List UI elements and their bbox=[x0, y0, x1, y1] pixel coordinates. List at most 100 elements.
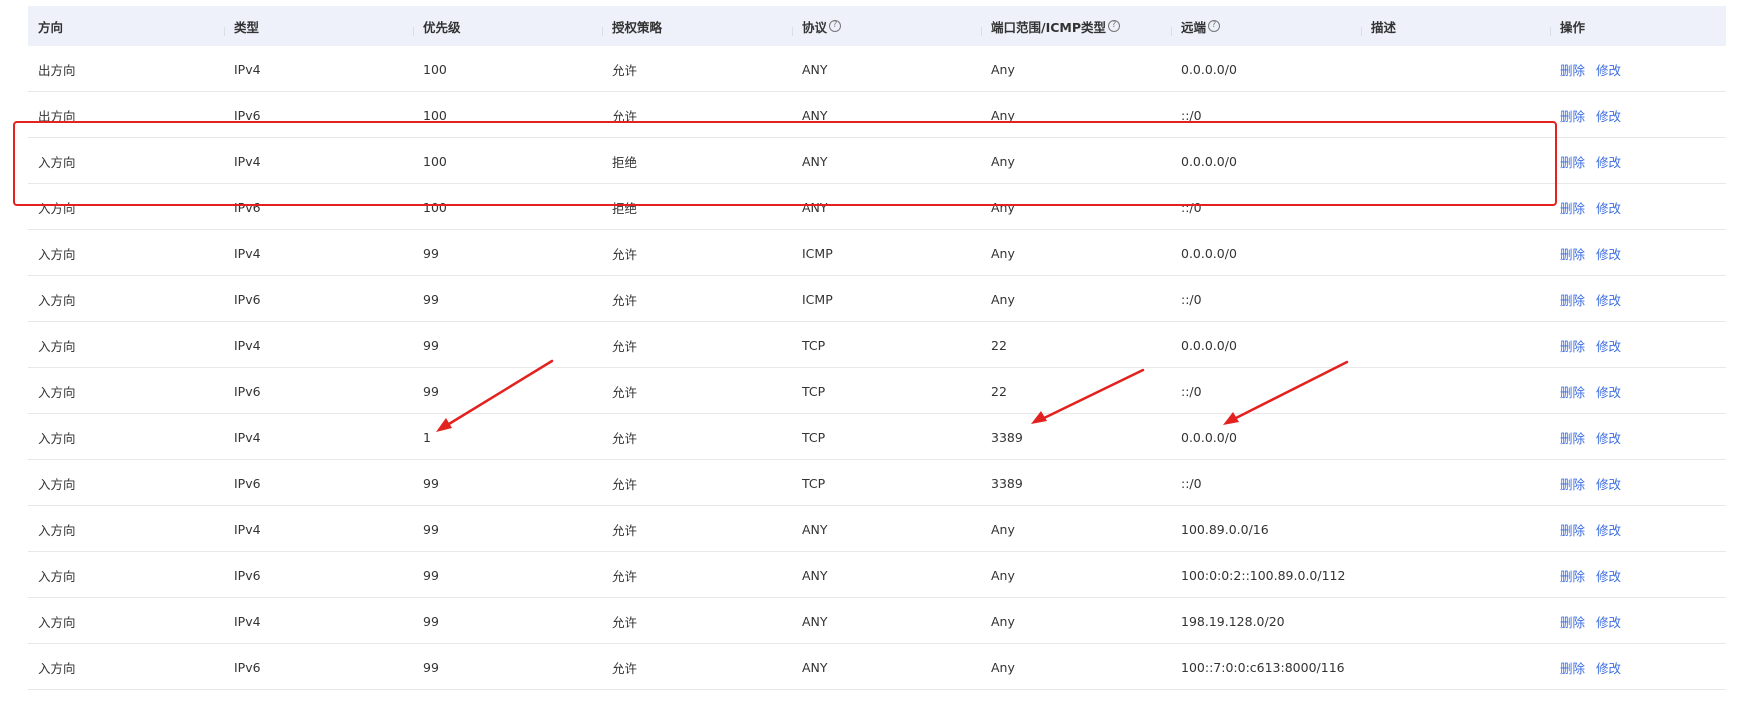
cell-policy: 允许 bbox=[612, 385, 638, 400]
delete-link[interactable]: 删除 bbox=[1560, 336, 1585, 355]
cell-policy: 允许 bbox=[612, 247, 638, 262]
cell-direction: 入方向 bbox=[38, 293, 76, 308]
column-header-label: 协议 bbox=[802, 19, 828, 35]
delete-link[interactable]: 删除 bbox=[1560, 106, 1585, 125]
delete-link[interactable]: 删除 bbox=[1560, 382, 1585, 401]
cell-description bbox=[1361, 528, 1550, 530]
cell-description bbox=[1361, 482, 1550, 484]
edit-link[interactable]: 修改 bbox=[1596, 106, 1621, 125]
delete-link[interactable]: 删除 bbox=[1560, 520, 1585, 539]
edit-link[interactable]: 修改 bbox=[1596, 198, 1621, 217]
edit-link[interactable]: 修改 bbox=[1596, 566, 1621, 585]
cell-priority: 100 bbox=[423, 62, 447, 77]
cell-protocol: ICMP bbox=[802, 292, 833, 307]
help-icon[interactable] bbox=[829, 20, 842, 32]
cell-description bbox=[1361, 666, 1550, 668]
cell-type: IPv4 bbox=[234, 154, 261, 169]
help-icon[interactable] bbox=[1208, 20, 1221, 32]
cell-description bbox=[1361, 344, 1550, 346]
cell-type: IPv6 bbox=[234, 200, 261, 215]
cell-actions: 删除 修改 bbox=[1550, 196, 1726, 217]
table-row: 入方向 IPv6 99 允许 ANY Any 100::7:0:0:c613:8000/11… bbox=[28, 644, 1726, 690]
column-header: 操作 bbox=[1550, 17, 1726, 36]
delete-link[interactable]: 删除 bbox=[1560, 428, 1585, 447]
edit-link[interactable]: 修改 bbox=[1596, 244, 1621, 263]
cell-port-range: 22 bbox=[991, 384, 1007, 399]
cell-direction: 入方向 bbox=[38, 523, 76, 538]
cell-protocol: ANY bbox=[802, 108, 828, 123]
cell-description bbox=[1361, 68, 1550, 70]
cell-direction: 入方向 bbox=[38, 431, 76, 446]
edit-link[interactable]: 修改 bbox=[1596, 60, 1621, 79]
delete-link[interactable]: 删除 bbox=[1560, 612, 1585, 631]
table-row: 出方向 IPv6 100 允许 ANY Any::/0 删除 修改 bbox=[28, 92, 1726, 138]
cell-policy: 允许 bbox=[612, 523, 638, 538]
cell-actions: 删除 修改 bbox=[1550, 334, 1726, 355]
delete-link[interactable]: 删除 bbox=[1560, 198, 1585, 217]
cell-description bbox=[1361, 390, 1550, 392]
cell-description bbox=[1361, 206, 1550, 208]
cell-remote: ::/0 bbox=[1181, 476, 1202, 491]
cell-remote: 0.0.0.0/0 bbox=[1181, 62, 1237, 77]
security-group-rules-table: 方向类型优先级授权策略协议端口范围/ICMP类型远端描述操作 出方向IPv410… bbox=[28, 6, 1726, 690]
edit-link[interactable]: 修改 bbox=[1596, 152, 1621, 171]
cell-type: IPv4 bbox=[234, 522, 261, 537]
cell-remote: ::/0 bbox=[1181, 292, 1202, 307]
table-row: 入方向 IPv6 99 允许 TCP 3389::/0 删除 修改 bbox=[28, 460, 1726, 506]
edit-link[interactable]: 修改 bbox=[1596, 428, 1621, 447]
table-header: 方向 类型 优先级 授权策略 协议 端口范围/ICMP类型 远端 描述 操作 bbox=[28, 6, 1726, 46]
edit-link[interactable]: 修改 bbox=[1596, 612, 1621, 631]
help-icon[interactable] bbox=[1108, 20, 1120, 32]
delete-link[interactable]: 删除 bbox=[1560, 658, 1585, 677]
cell-priority: 99 bbox=[423, 292, 439, 307]
delete-link[interactable]: 删除 bbox=[1560, 290, 1585, 309]
edit-link[interactable]: 修改 bbox=[1596, 382, 1621, 401]
cell-policy: 允许 bbox=[612, 477, 638, 492]
cell-priority: 99 bbox=[423, 338, 439, 353]
cell-type: IPv6 bbox=[234, 660, 261, 675]
edit-link[interactable]: 修改 bbox=[1596, 474, 1621, 493]
delete-link[interactable]: 删除 bbox=[1560, 60, 1585, 79]
cell-actions: 删除 修改 bbox=[1550, 288, 1726, 309]
cell-priority: 99 bbox=[423, 476, 439, 491]
table-row: 入方向 IPv6 100 拒绝 ANY Any::/0 删除 修改 bbox=[28, 184, 1726, 230]
table-row: 出方向 IPv4 100 允许 ANY Any 0.0.0.0/0 删除 修改 bbox=[28, 46, 1726, 92]
cell-priority: 99 bbox=[423, 568, 439, 583]
cell-priority: 99 bbox=[423, 522, 439, 537]
table-row: 入方向 IPv4 99 允许 TCP 22 0.0.0.0/0 删除 修改 bbox=[28, 322, 1726, 368]
delete-link[interactable]: 删除 bbox=[1560, 474, 1585, 493]
cell-description bbox=[1361, 252, 1550, 254]
cell-policy: 允许 bbox=[612, 661, 638, 676]
cell-type: IPv4 bbox=[234, 430, 261, 445]
delete-link[interactable]: 删除 bbox=[1560, 244, 1585, 263]
edit-link[interactable]: 修改 bbox=[1596, 520, 1621, 539]
cell-port-range: Any bbox=[991, 292, 1015, 307]
cell-port-range: Any bbox=[991, 62, 1015, 77]
cell-direction: 入方向 bbox=[38, 385, 76, 400]
cell-port-range: Any bbox=[991, 246, 1015, 261]
table-row: 入方向 IPv4 99 允许 ANY Any 198.19.128.0/20 删除 修改 bbox=[28, 598, 1726, 644]
cell-priority: 99 bbox=[423, 614, 439, 629]
cell-protocol: ANY bbox=[802, 660, 828, 675]
cell-policy: 拒绝 bbox=[612, 201, 638, 216]
cell-type: IPv4 bbox=[234, 614, 261, 629]
cell-actions: 删除 修改 bbox=[1550, 656, 1726, 677]
edit-link[interactable]: 修改 bbox=[1596, 336, 1621, 355]
table-row: 入方向 IPv6 99 允许 ANY Any 100:0:0:2::100.89.0.0/1… bbox=[28, 552, 1726, 598]
edit-link[interactable]: 修改 bbox=[1596, 658, 1621, 677]
cell-direction: 出方向 bbox=[38, 109, 76, 124]
table-row: 入方向 IPv6 99 允许 ICMP Any::/0 删除 修改 bbox=[28, 276, 1726, 322]
cell-policy: 拒绝 bbox=[612, 155, 638, 170]
delete-link[interactable]: 删除 bbox=[1560, 566, 1585, 585]
delete-link[interactable]: 删除 bbox=[1560, 152, 1585, 171]
cell-port-range: 3389 bbox=[991, 476, 1023, 491]
cell-policy: 允许 bbox=[612, 431, 638, 446]
cell-protocol: ANY bbox=[802, 154, 828, 169]
edit-link[interactable]: 修改 bbox=[1596, 290, 1621, 309]
cell-port-range: Any bbox=[991, 108, 1015, 123]
cell-direction: 出方向 bbox=[38, 63, 76, 78]
cell-actions: 删除 修改 bbox=[1550, 242, 1726, 263]
table-row: 入方向 IPv4 99 允许 ICMP Any 0.0.0.0/0 删除 修改 bbox=[28, 230, 1726, 276]
cell-actions: 删除 修改 bbox=[1550, 472, 1726, 493]
column-header: 端口范围/ICMP类型 bbox=[981, 17, 1171, 36]
